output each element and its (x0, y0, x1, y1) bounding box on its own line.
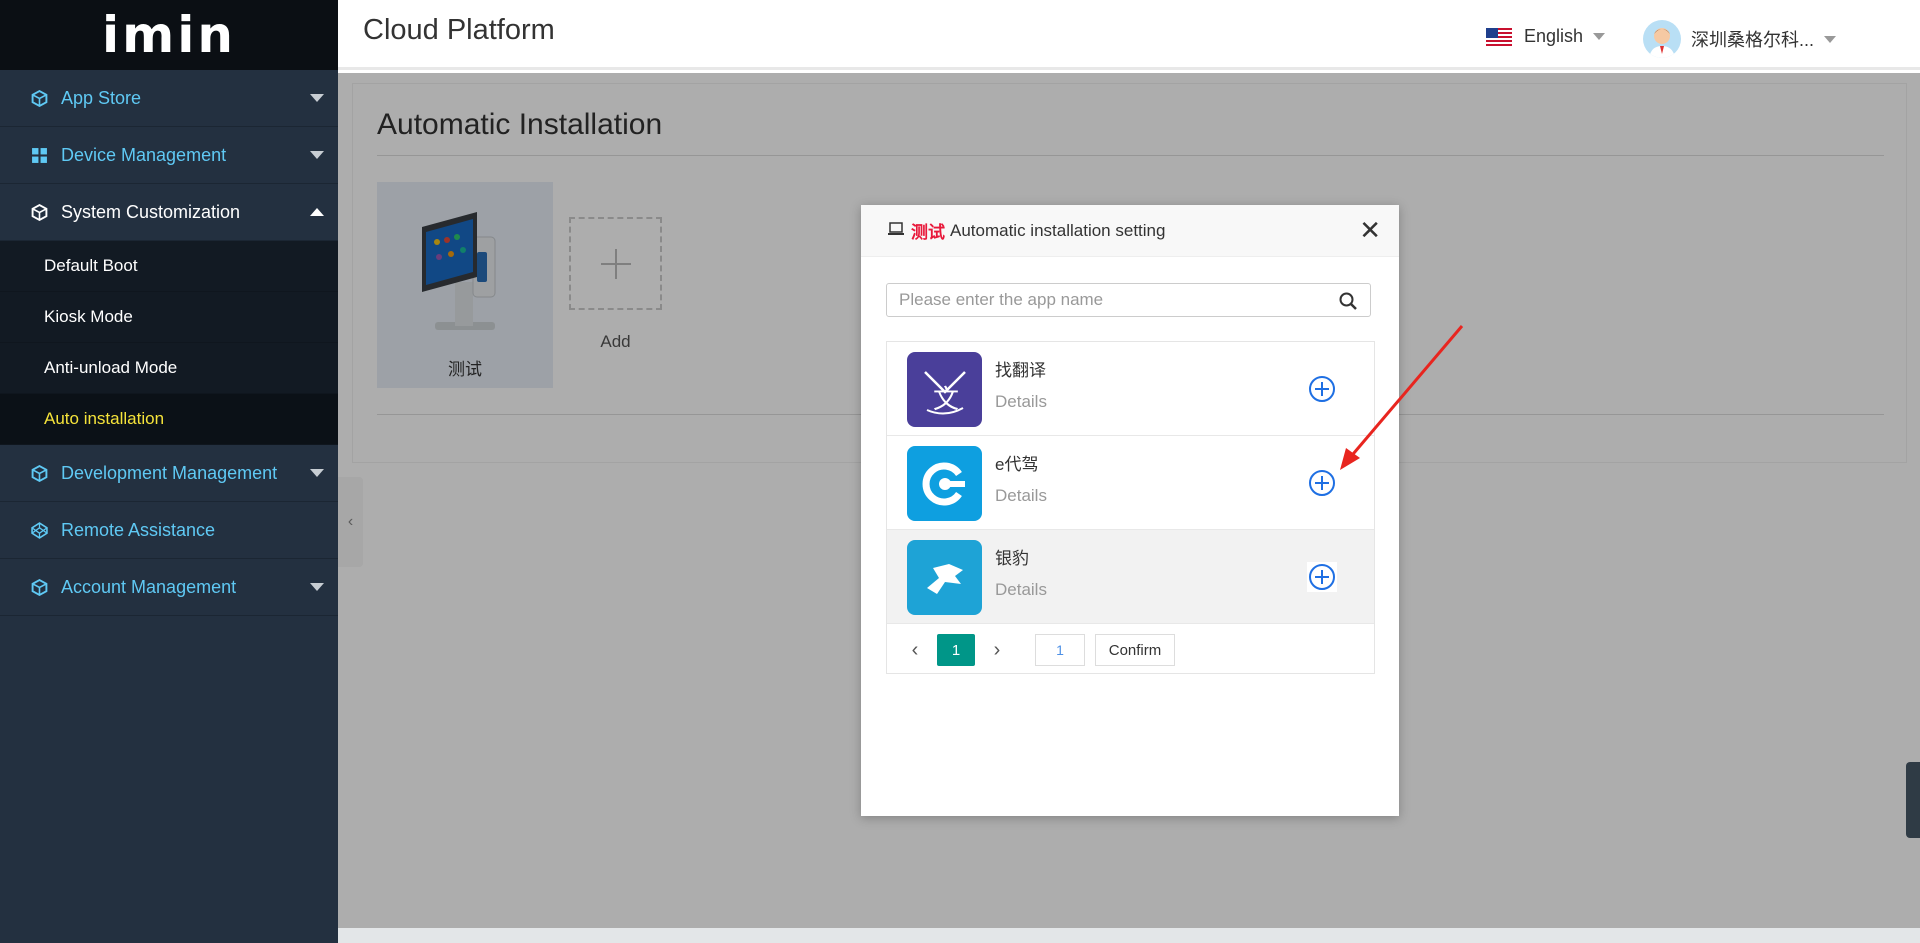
annotation-arrow (1340, 325, 1464, 470)
chevron-down-icon (1593, 33, 1606, 40)
avatar (1643, 20, 1681, 58)
app-search (886, 283, 1371, 317)
menu-system-customization[interactable]: System Customization (0, 184, 338, 241)
app-details-link[interactable]: Details (995, 580, 1047, 600)
codepen-icon (30, 521, 49, 540)
app-icon-translate: 文 (907, 352, 982, 427)
list-item: 银豹 Details (887, 530, 1374, 624)
chevron-up-icon (310, 208, 324, 216)
menu-development-management[interactable]: Development Management (0, 445, 338, 502)
app-search-input[interactable] (887, 284, 1327, 316)
app-details-link[interactable]: Details (995, 486, 1047, 506)
close-icon[interactable]: ✕ (1359, 217, 1381, 243)
modal-device-name: 测试 (911, 223, 945, 242)
cube-icon (30, 203, 49, 222)
search-icon[interactable] (1338, 291, 1358, 316)
app-name: 银豹 (995, 549, 1029, 568)
cube-icon (30, 89, 49, 108)
submenu-kiosk-mode[interactable]: Kiosk Mode (0, 292, 338, 343)
app-icon-yinbao (907, 540, 982, 615)
app-list: 文 找翻译 Details e代驾 Details 银豹 Details ‹ 1… (886, 341, 1375, 674)
chevron-down-icon (310, 583, 324, 591)
cube-icon (30, 578, 49, 597)
auto-install-modal: 测试 Automatic installation setting ✕ 文 找翻… (861, 205, 1399, 816)
language-label: English (1524, 26, 1584, 46)
page-title: Cloud Platform (363, 14, 555, 46)
chevron-down-icon (1824, 35, 1837, 43)
menu-label: Development Management (61, 462, 278, 483)
current-page[interactable]: 1 (937, 634, 975, 666)
cube-icon (30, 464, 49, 483)
sidebar: imin App Store Device Management System … (0, 0, 338, 943)
confirm-page-button[interactable]: Confirm (1095, 634, 1175, 666)
menu-app-store[interactable]: App Store (0, 70, 338, 127)
app-icon-edaijia (907, 446, 982, 521)
submenu-auto-installation[interactable]: Auto installation (0, 394, 338, 445)
prev-page-icon[interactable]: ‹ (901, 639, 929, 662)
bottom-strip (338, 928, 1920, 943)
submenu-anti-unload-mode[interactable]: Anti-unload Mode (0, 343, 338, 394)
goto-page-input[interactable]: 1 (1035, 634, 1085, 666)
list-item: e代驾 Details (887, 436, 1374, 530)
side-widget-handle[interactable] (1906, 762, 1920, 838)
laptop-icon (887, 221, 905, 241)
chevron-down-icon (310, 151, 324, 159)
pagination: ‹ 1 › 1 Confirm (887, 627, 1374, 673)
circle-plus-icon (1309, 564, 1335, 590)
menu-label: System Customization (61, 201, 241, 222)
chevron-down-icon (310, 469, 324, 477)
modal-header: 测试 Automatic installation setting (861, 205, 1399, 257)
menu-remote-assistance[interactable]: Remote Assistance (0, 502, 338, 559)
menu-label: Device Management (61, 144, 227, 165)
us-flag-icon (1486, 27, 1512, 46)
language-selector[interactable]: English (1486, 26, 1606, 47)
app-name: e代驾 (995, 455, 1039, 474)
menu-label: Account Management (61, 576, 237, 597)
submenu-default-boot[interactable]: Default Boot (0, 241, 338, 292)
user-name: 深圳桑格尔科... (1691, 30, 1815, 50)
menu-device-management[interactable]: Device Management (0, 127, 338, 184)
user-menu[interactable]: 深圳桑格尔科... (1643, 20, 1837, 58)
menu-label: Remote Assistance (61, 519, 216, 540)
imin-logo[interactable]: imin (0, 0, 338, 70)
next-page-icon[interactable]: › (983, 639, 1011, 662)
chevron-down-icon (310, 94, 324, 102)
add-app-button[interactable] (1307, 562, 1337, 592)
top-header: Cloud Platform English 深圳桑格尔科... (338, 0, 1920, 70)
modal-title: Automatic installation setting (950, 220, 1166, 240)
app-details-link[interactable]: Details (995, 392, 1047, 412)
menu-label: App Store (61, 87, 142, 108)
list-item: 文 找翻译 Details (887, 342, 1374, 436)
grid-icon (30, 146, 49, 165)
app-name: 找翻译 (995, 361, 1046, 380)
menu-account-management[interactable]: Account Management (0, 559, 338, 616)
submenu-system-customization: Default Boot Kiosk Mode Anti-unload Mode… (0, 241, 338, 445)
